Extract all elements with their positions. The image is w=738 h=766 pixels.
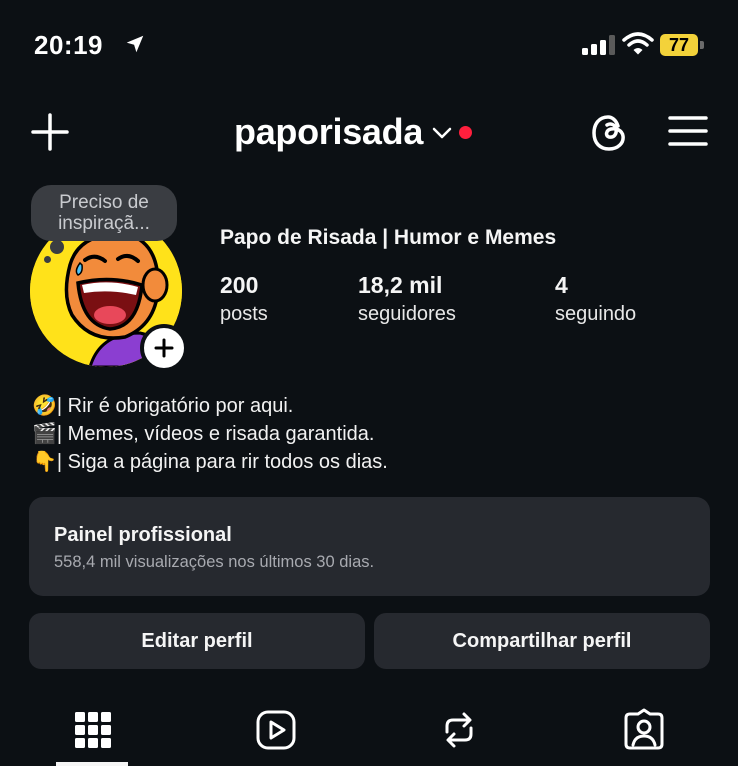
dashboard-title: Painel profissional bbox=[54, 524, 232, 546]
account-switcher[interactable]: paporisada bbox=[234, 108, 473, 156]
threads-icon[interactable] bbox=[588, 112, 630, 154]
status-time: 20:19 bbox=[34, 30, 103, 60]
bio-line: 👇| Siga a página para rir todos os dias. bbox=[32, 451, 388, 473]
battery-tip bbox=[700, 41, 704, 49]
notification-dot bbox=[459, 126, 473, 139]
note-bubble-tail bbox=[50, 240, 64, 254]
share-profile-button[interactable]: Compartilhar perfil bbox=[374, 613, 710, 669]
bio-line: 🤣| Rir é obrigatório por aqui. bbox=[32, 395, 294, 417]
battery-level: 77 bbox=[660, 34, 698, 56]
stat-following[interactable]: 4 seguindo bbox=[555, 272, 636, 326]
active-tab-indicator bbox=[56, 762, 128, 766]
stat-followers-label: seguidores bbox=[358, 303, 456, 325]
edit-profile-button[interactable]: Editar perfil bbox=[29, 613, 365, 669]
note-bubble[interactable]: Preciso de inspiraçã... bbox=[31, 185, 177, 241]
menu-icon[interactable] bbox=[668, 114, 708, 148]
tagged-icon[interactable] bbox=[622, 708, 666, 752]
display-name: Papo de Risada | Humor e Memes bbox=[220, 226, 557, 249]
note-bubble-tail bbox=[44, 256, 51, 263]
battery-icon: 77 bbox=[660, 34, 704, 56]
grid-icon[interactable] bbox=[71, 708, 115, 752]
stat-following-label: seguindo bbox=[555, 303, 637, 325]
username[interactable]: paporisada bbox=[234, 111, 423, 153]
location-arrow-icon bbox=[126, 35, 144, 53]
professional-dashboard[interactable]: Painel profissional 558,4 mil visualizaç… bbox=[29, 497, 710, 596]
stat-following-value: 4 bbox=[555, 272, 568, 298]
signal-icon bbox=[582, 35, 615, 55]
reposts-icon[interactable] bbox=[437, 708, 481, 752]
profile-bio: 🤣| Rir é obrigatório por aqui. 🎬| Memes,… bbox=[32, 392, 712, 476]
status-bar: 20:19 77 bbox=[0, 0, 738, 90]
bio-line: 🎬| Memes, vídeos e risada garantida. bbox=[32, 423, 375, 445]
stat-followers-value: 18,2 mil bbox=[358, 272, 443, 298]
dashboard-subtitle: 558,4 mil visualizações nos últimos 30 d… bbox=[54, 553, 375, 571]
stat-followers[interactable]: 18,2 mil seguidores bbox=[358, 272, 456, 326]
wifi-icon bbox=[622, 32, 654, 55]
plus-icon bbox=[154, 338, 174, 358]
reels-icon[interactable] bbox=[254, 708, 298, 752]
add-story-button[interactable] bbox=[140, 324, 188, 372]
stat-posts-value: 200 bbox=[220, 272, 259, 298]
plus-icon[interactable] bbox=[30, 112, 70, 152]
profile-header: paporisada bbox=[0, 100, 738, 164]
stat-posts-label: posts bbox=[220, 303, 268, 325]
chevron-down-icon[interactable] bbox=[431, 125, 453, 141]
stat-posts[interactable]: 200 posts bbox=[220, 272, 268, 326]
